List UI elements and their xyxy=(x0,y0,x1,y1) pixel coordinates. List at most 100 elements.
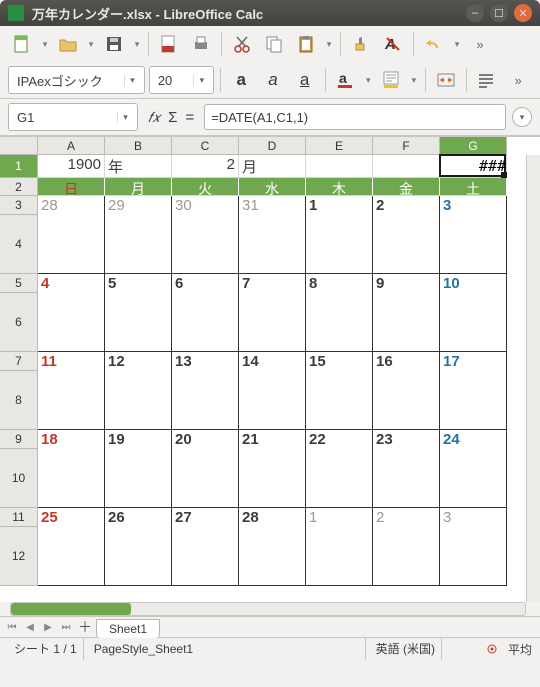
calendar-body-cell[interactable] xyxy=(373,371,440,430)
calendar-day-cell[interactable]: 1 xyxy=(306,196,373,215)
tab-last-button[interactable]: ⏭ xyxy=(58,619,74,635)
calendar-body-cell[interactable] xyxy=(440,449,507,508)
minimize-button[interactable]: – xyxy=(466,4,484,22)
function-wizard-button[interactable]: 𝑓𝑥 xyxy=(148,109,160,126)
underline-button[interactable]: a xyxy=(291,66,319,94)
calendar-body-cell[interactable] xyxy=(105,449,172,508)
calendar-body-cell[interactable] xyxy=(38,527,105,586)
calendar-day-cell[interactable]: 2 xyxy=(373,196,440,215)
font-name-combo[interactable]: IPAexゴシック ▾ xyxy=(8,66,145,94)
calendar-day-cell[interactable]: 16 xyxy=(373,352,440,371)
calendar-day-cell[interactable]: 29 xyxy=(105,196,172,215)
day-of-week-header[interactable]: 金 xyxy=(373,178,440,196)
row-header[interactable]: 3 xyxy=(0,196,38,215)
calendar-body-cell[interactable] xyxy=(38,371,105,430)
calendar-body-cell[interactable] xyxy=(172,449,239,508)
calendar-body-cell[interactable] xyxy=(440,293,507,352)
calendar-body-cell[interactable] xyxy=(373,215,440,274)
maximize-button[interactable]: ☐ xyxy=(490,4,508,22)
cell[interactable] xyxy=(306,155,373,178)
calendar-day-cell[interactable]: 4 xyxy=(38,274,105,293)
tab-next-button[interactable]: ▶ xyxy=(40,619,56,635)
sheet-area[interactable]: ABCDEFG1234567891011121900年2月日月火水木金土2829… xyxy=(0,136,540,602)
status-language[interactable]: 英語 (米国) xyxy=(370,638,442,660)
row-header[interactable]: 9 xyxy=(0,430,38,449)
calendar-day-cell[interactable]: 19 xyxy=(105,430,172,449)
print-button[interactable] xyxy=(187,30,215,58)
calendar-body-cell[interactable] xyxy=(239,293,306,352)
calendar-day-cell[interactable]: 28 xyxy=(38,196,105,215)
calendar-body-cell[interactable] xyxy=(105,371,172,430)
calendar-day-cell[interactable]: 3 xyxy=(440,196,507,215)
calendar-body-cell[interactable] xyxy=(172,215,239,274)
calendar-body-cell[interactable] xyxy=(239,527,306,586)
calendar-body-cell[interactable] xyxy=(105,527,172,586)
day-of-week-header[interactable]: 日 xyxy=(38,178,105,196)
row-header[interactable]: 4 xyxy=(0,215,38,274)
calendar-body-cell[interactable] xyxy=(172,293,239,352)
open-dropdown[interactable]: ▾ xyxy=(86,39,96,50)
calendar-body-cell[interactable] xyxy=(105,293,172,352)
highlight-dropdown[interactable]: ▾ xyxy=(409,75,419,86)
calendar-body-cell[interactable] xyxy=(306,215,373,274)
day-of-week-header[interactable]: 水 xyxy=(239,178,306,196)
select-all-corner[interactable] xyxy=(0,137,38,155)
undo-dropdown[interactable]: ▾ xyxy=(452,39,462,50)
row-header[interactable]: 2 xyxy=(0,178,38,196)
calendar-day-cell[interactable]: 20 xyxy=(172,430,239,449)
column-header[interactable]: F xyxy=(373,137,440,155)
calendar-body-cell[interactable] xyxy=(38,293,105,352)
merge-cells-button[interactable] xyxy=(432,66,460,94)
calendar-day-cell[interactable]: 3 xyxy=(440,508,507,527)
day-of-week-header[interactable]: 月 xyxy=(105,178,172,196)
calendar-day-cell[interactable]: 5 xyxy=(105,274,172,293)
font-color-button[interactable]: a xyxy=(332,66,360,94)
cell[interactable]: 1900 xyxy=(38,155,105,178)
tab-prev-button[interactable]: ◀ xyxy=(22,619,38,635)
calendar-body-cell[interactable] xyxy=(440,215,507,274)
font-size-combo[interactable]: 20 ▾ xyxy=(149,66,215,94)
row-header[interactable]: 7 xyxy=(0,352,38,371)
day-of-week-header[interactable]: 木 xyxy=(306,178,373,196)
calendar-day-cell[interactable]: 10 xyxy=(440,274,507,293)
calendar-day-cell[interactable]: 18 xyxy=(38,430,105,449)
more-format-button[interactable]: » xyxy=(504,66,532,94)
horizontal-scrollbar[interactable] xyxy=(10,602,526,616)
calendar-body-cell[interactable] xyxy=(373,293,440,352)
new-doc-dropdown[interactable]: ▾ xyxy=(40,39,50,50)
row-header[interactable]: 12 xyxy=(0,527,38,586)
row-header[interactable]: 1 xyxy=(0,155,38,178)
formula-input[interactable]: =DATE(A1,C1,1) xyxy=(204,104,506,130)
calendar-body-cell[interactable] xyxy=(306,293,373,352)
calendar-body-cell[interactable] xyxy=(38,449,105,508)
column-header[interactable]: B xyxy=(105,137,172,155)
status-page-style[interactable]: PageStyle_Sheet1 xyxy=(88,638,366,660)
paste-button[interactable] xyxy=(292,30,320,58)
highlight-button[interactable] xyxy=(377,66,405,94)
calendar-body-cell[interactable] xyxy=(373,449,440,508)
calendar-day-cell[interactable]: 1 xyxy=(306,508,373,527)
calendar-body-cell[interactable] xyxy=(306,371,373,430)
status-modified-icon[interactable] xyxy=(480,643,504,655)
clone-format-button[interactable] xyxy=(347,30,375,58)
cell[interactable]: 2 xyxy=(172,155,239,178)
calendar-day-cell[interactable]: 7 xyxy=(239,274,306,293)
column-header[interactable]: D xyxy=(239,137,306,155)
calendar-day-cell[interactable]: 25 xyxy=(38,508,105,527)
copy-button[interactable] xyxy=(260,30,288,58)
column-header[interactable]: C xyxy=(172,137,239,155)
row-header[interactable]: 6 xyxy=(0,293,38,352)
calendar-day-cell[interactable]: 30 xyxy=(172,196,239,215)
save-button[interactable] xyxy=(100,30,128,58)
calendar-body-cell[interactable] xyxy=(440,527,507,586)
calendar-day-cell[interactable]: 15 xyxy=(306,352,373,371)
undo-button[interactable] xyxy=(420,30,448,58)
add-sheet-button[interactable]: ＋ xyxy=(76,618,94,636)
name-box[interactable]: G1 ▾ xyxy=(8,103,138,131)
calendar-day-cell[interactable]: 21 xyxy=(239,430,306,449)
calendar-day-cell[interactable]: 24 xyxy=(440,430,507,449)
calendar-day-cell[interactable]: 26 xyxy=(105,508,172,527)
clear-format-button[interactable]: A xyxy=(379,30,407,58)
column-header[interactable]: A xyxy=(38,137,105,155)
calendar-body-cell[interactable] xyxy=(38,215,105,274)
